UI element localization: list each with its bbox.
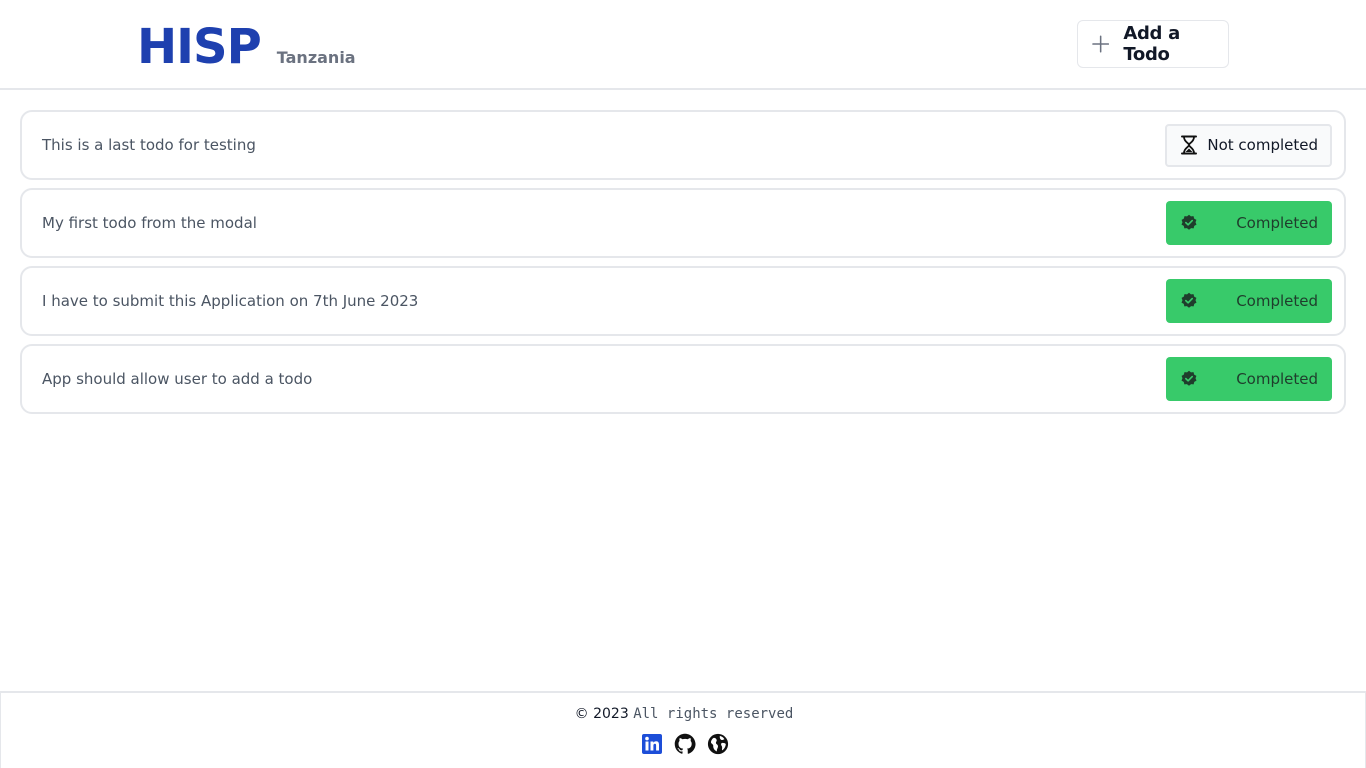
status-toggle-completed[interactable]: Completed — [1166, 279, 1332, 323]
copyright-year: © 2023 — [574, 706, 629, 722]
verified-check-icon — [1181, 370, 1197, 386]
status-label: Completed — [1236, 292, 1318, 310]
todo-item: My first todo from the modal Completed — [20, 188, 1346, 258]
status-label: Completed — [1236, 370, 1318, 388]
todo-text: This is a last todo for testing — [42, 136, 256, 154]
status-label: Completed — [1236, 214, 1318, 232]
copyright-line: © 2023 All rights reserved — [1, 706, 1366, 722]
status-toggle-not-completed[interactable]: Not completed — [1165, 123, 1332, 167]
app-header: HISP Tanzania Add a Todo — [0, 0, 1366, 90]
hourglass-icon — [1181, 135, 1197, 155]
todo-item: This is a last todo for testing Not comp… — [20, 110, 1346, 180]
status-label: Not completed — [1207, 136, 1318, 154]
brand-subtitle: Tanzania — [276, 48, 356, 67]
plus-icon — [1092, 35, 1110, 53]
verified-check-icon — [1181, 292, 1197, 308]
add-todo-label: Add a Todo — [1123, 23, 1180, 65]
verified-check-icon — [1181, 214, 1197, 230]
globe-icon[interactable] — [707, 733, 729, 755]
app-footer: © 2023 All rights reserved — [0, 691, 1366, 768]
add-todo-button[interactable]: Add a Todo — [1077, 20, 1229, 68]
status-toggle-completed[interactable]: Completed — [1166, 201, 1332, 245]
todo-item: I have to submit this Application on 7th… — [20, 266, 1346, 336]
todo-text: App should allow user to add a todo — [42, 370, 313, 388]
brand-logo[interactable]: HISP Tanzania — [137, 18, 356, 76]
todo-text: My first todo from the modal — [42, 214, 257, 232]
linkedin-icon[interactable] — [641, 733, 663, 755]
todo-list: This is a last todo for testing Not comp… — [20, 110, 1346, 422]
github-icon[interactable] — [674, 733, 696, 755]
rights-text: All rights reserved — [633, 706, 794, 722]
todo-item: App should allow user to add a todo Comp… — [20, 344, 1346, 414]
brand-name: HISP — [137, 19, 262, 75]
status-toggle-completed[interactable]: Completed — [1166, 357, 1332, 401]
todo-text: I have to submit this Application on 7th… — [42, 292, 419, 310]
social-links — [641, 733, 729, 755]
